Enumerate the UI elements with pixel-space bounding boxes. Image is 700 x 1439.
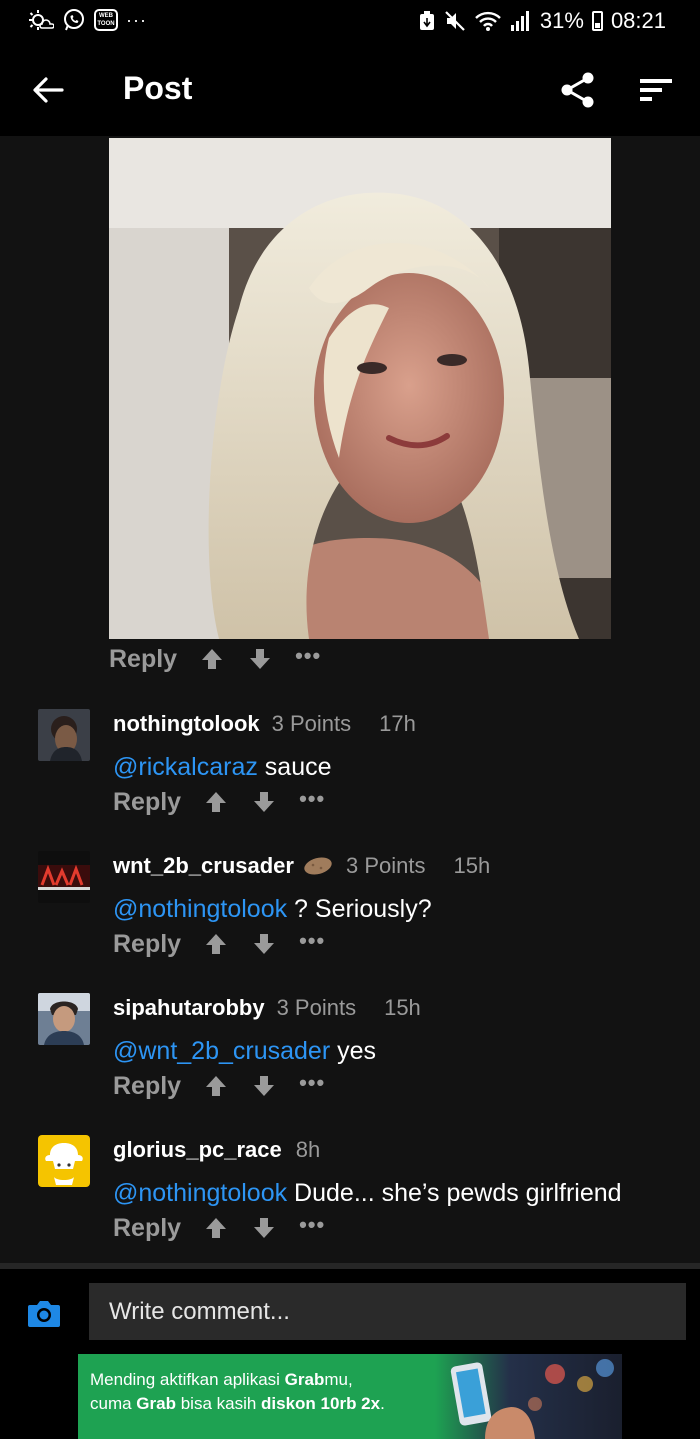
- avatar[interactable]: [38, 851, 90, 903]
- reply-button[interactable]: Reply: [113, 1072, 181, 1101]
- upvote-icon[interactable]: [203, 789, 229, 815]
- more-notifications-icon: ···: [126, 9, 147, 30]
- upvote-icon[interactable]: [203, 1215, 229, 1241]
- ad-image: [435, 1354, 622, 1439]
- mention-link[interactable]: @nothingtolook: [113, 895, 287, 923]
- comment-message: sauce: [257, 753, 332, 781]
- more-options-icon[interactable]: •••: [295, 645, 321, 667]
- comment-actions: Reply •••: [113, 1211, 325, 1245]
- mention-link[interactable]: @wnt_2b_crusader: [113, 1037, 330, 1065]
- comment-header: glorius_pc_race 8h: [113, 1137, 320, 1163]
- comment-composer: Mending aktifkan aplikasi Grabmu, cuma G…: [0, 1269, 700, 1439]
- webtoon-icon: WEB TOON: [94, 9, 118, 31]
- comment: wnt_2b_crusader 3 Points 15h @nothingtol…: [0, 851, 700, 961]
- reply-button[interactable]: Reply: [113, 788, 181, 817]
- comment: sipahutarobby 3 Points 15h @wnt_2b_crusa…: [0, 993, 700, 1103]
- comment-message: yes: [330, 1037, 377, 1065]
- timestamp: 8h: [295, 1137, 321, 1162]
- downvote-icon[interactable]: [247, 646, 273, 672]
- mention-link[interactable]: @rickalcaraz: [113, 753, 258, 781]
- reply-button[interactable]: Reply: [109, 645, 177, 674]
- post-image[interactable]: [109, 138, 611, 639]
- downvote-icon[interactable]: [251, 789, 277, 815]
- more-options-icon[interactable]: •••: [299, 1072, 325, 1094]
- username[interactable]: wnt_2b_crusader: [113, 853, 294, 879]
- comment-header: nothingtolook 3 Points 17h: [113, 711, 416, 737]
- ad-line-1: Mending aktifkan aplikasi Grabmu,: [90, 1370, 353, 1389]
- signal-icon: [510, 11, 529, 31]
- weather-icon: [29, 10, 54, 30]
- comment-header: sipahutarobby 3 Points 15h: [113, 995, 421, 1021]
- usb-icon: [419, 11, 434, 30]
- mention-link[interactable]: @nothingtolook: [113, 1179, 287, 1207]
- reply-button[interactable]: Reply: [113, 930, 181, 959]
- post-content: Reply ••• nothingtolook 3 Points 17h @ri…: [0, 136, 700, 1261]
- downvote-icon[interactable]: [251, 1073, 277, 1099]
- reply-button[interactable]: Reply: [113, 1214, 181, 1243]
- camera-icon[interactable]: [26, 1297, 62, 1329]
- downvote-icon[interactable]: [251, 931, 277, 957]
- timestamp: 15h: [384, 995, 421, 1020]
- avatar[interactable]: [38, 993, 90, 1045]
- mute-icon: [445, 11, 465, 31]
- comment-text: @nothingtolook Dude... she’s pewds girlf…: [113, 1179, 622, 1208]
- share-icon[interactable]: [558, 70, 598, 110]
- page-title: Post: [123, 70, 193, 106]
- upvote-icon[interactable]: [203, 931, 229, 957]
- comment-actions: Reply •••: [113, 927, 325, 961]
- comment-actions: Reply •••: [113, 785, 325, 819]
- avatar[interactable]: [38, 1135, 90, 1187]
- ad-line-2: cuma Grab bisa kasih diskon 10rb 2x.: [90, 1394, 385, 1413]
- status-bar-notifications: WEB TOON ···: [28, 8, 147, 32]
- comment-message: ? Seriously?: [287, 895, 432, 923]
- comment-text: @rickalcaraz sauce: [113, 753, 332, 782]
- more-options-icon[interactable]: •••: [299, 1214, 325, 1236]
- status-bar-system: 31% 08:21: [418, 8, 666, 34]
- post-actions: Reply •••: [109, 642, 321, 676]
- username[interactable]: nothingtolook: [113, 711, 260, 737]
- points: 3 Points: [271, 711, 352, 736]
- timestamp: 17h: [379, 711, 416, 736]
- username[interactable]: sipahutarobby: [113, 995, 265, 1021]
- downvote-icon[interactable]: [251, 1215, 277, 1241]
- comment-input[interactable]: [89, 1283, 686, 1340]
- upvote-icon[interactable]: [199, 646, 225, 672]
- more-options-icon[interactable]: •••: [299, 788, 325, 810]
- potato-badge-icon: [304, 857, 332, 875]
- app-bar: Post: [0, 44, 700, 136]
- timestamp: 15h: [453, 853, 491, 878]
- comment-text: @wnt_2b_crusader yes: [113, 1037, 376, 1066]
- points: 3 Points: [345, 853, 426, 878]
- ad-banner[interactable]: Mending aktifkan aplikasi Grabmu, cuma G…: [78, 1354, 622, 1439]
- whatsapp-icon: [64, 9, 84, 31]
- comment: nothingtolook 3 Points 17h @rickalcaraz …: [0, 709, 700, 819]
- comment-actions: Reply •••: [113, 1069, 325, 1103]
- comment-header: wnt_2b_crusader 3 Points 15h: [113, 853, 490, 879]
- username[interactable]: glorius_pc_race: [113, 1137, 282, 1163]
- status-time: 08:21: [610, 8, 666, 33]
- back-arrow-icon[interactable]: [30, 72, 66, 108]
- comment-message: Dude... she’s pewds girlfriend: [287, 1179, 622, 1207]
- points: 3 Points: [276, 995, 357, 1020]
- battery-icon: [591, 11, 603, 31]
- upvote-icon[interactable]: [203, 1073, 229, 1099]
- comment-text: @nothingtolook ? Seriously?: [113, 895, 432, 924]
- comment: glorius_pc_race 8h @nothingtolook Dude..…: [0, 1135, 700, 1245]
- more-options-icon[interactable]: •••: [299, 930, 325, 952]
- wifi-icon: [475, 11, 501, 31]
- avatar[interactable]: [38, 709, 90, 761]
- sort-icon[interactable]: [638, 74, 674, 106]
- ad-text: Mending aktifkan aplikasi Grabmu, cuma G…: [90, 1368, 385, 1416]
- status-bar: WEB TOON ··· 31% 08:21: [0, 0, 700, 44]
- battery-percent: 31%: [539, 8, 584, 33]
